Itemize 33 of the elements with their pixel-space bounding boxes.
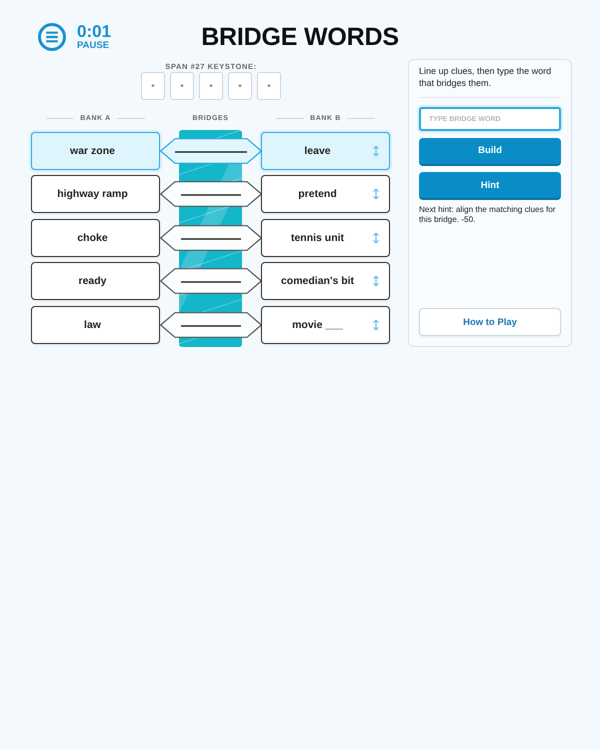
fill-in-line xyxy=(180,238,240,240)
menu-icon[interactable] xyxy=(38,23,66,51)
clue-card[interactable]: highway ramp xyxy=(31,175,160,213)
instructions-text: Line up clues, then type the word that bridges them. xyxy=(419,65,552,89)
clue-card[interactable]: movie ___ xyxy=(261,306,390,344)
hint-text: Next hint: align the matching clues for this bridge. -50. xyxy=(419,205,557,225)
timer: 0:01 xyxy=(77,24,112,40)
clue-card[interactable]: war zone xyxy=(31,132,160,170)
action-button[interactable]: Hint xyxy=(419,172,561,200)
letter-slot: • xyxy=(141,72,165,100)
fill-in-line xyxy=(180,194,240,196)
fill-in-line xyxy=(174,150,246,152)
clue-card[interactable]: pretend xyxy=(261,175,390,213)
clue-card[interactable]: tennis unit xyxy=(261,218,390,256)
clue-card[interactable]: comedian's bit xyxy=(261,262,390,300)
how-to-play-button[interactable]: How to Play xyxy=(419,308,561,336)
fill-in-line xyxy=(180,281,240,283)
action-button[interactable]: Build xyxy=(419,138,561,166)
letter-slot: • xyxy=(228,72,252,100)
letter-slot: • xyxy=(257,72,281,100)
letter-slot: • xyxy=(199,72,223,100)
clue-card[interactable]: ready xyxy=(31,262,160,300)
letter-slot: • xyxy=(170,72,194,100)
fill-in-line xyxy=(180,324,240,326)
up-down-arrow-icon xyxy=(373,188,379,200)
clue-card[interactable]: law xyxy=(31,306,160,344)
up-down-arrow-icon xyxy=(373,318,379,330)
clue-card[interactable]: leave xyxy=(261,132,390,170)
game-title: BRIDGE WORDS xyxy=(201,23,399,51)
clue-card[interactable]: choke xyxy=(31,218,160,256)
up-down-arrow-icon xyxy=(373,275,379,287)
up-down-arrow-icon xyxy=(373,144,379,156)
up-down-arrow-icon xyxy=(373,232,379,244)
